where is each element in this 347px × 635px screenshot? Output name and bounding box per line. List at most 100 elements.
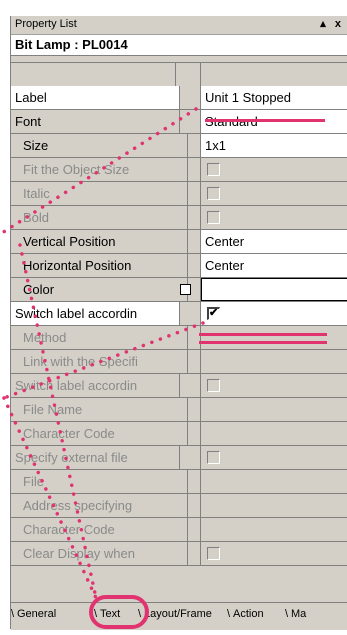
row-file-label: File [11, 470, 188, 493]
clear-display-checkbox [207, 547, 220, 560]
row-vpos-name: Vertical Position [11, 230, 188, 253]
row-label-flag [176, 86, 201, 109]
row-method-name: Method [11, 326, 188, 349]
annotation-line-top [199, 333, 327, 336]
row-bold: Bold [11, 206, 347, 230]
row-italic-flag [176, 182, 201, 205]
row-bold-flag [176, 206, 201, 229]
row-link-name: Link with the Specifi [11, 350, 188, 373]
property-grid: Label Unit 1 Stopped Font Standard Size … [11, 62, 347, 566]
vertical-position-select[interactable]: Center [201, 230, 347, 253]
row-file-name-value [201, 398, 347, 421]
color-swatch[interactable] [180, 284, 191, 295]
row-address-specifying: Address specifying [11, 494, 347, 518]
row-file-name-flag [176, 398, 201, 421]
tab-more[interactable]: Ma [285, 605, 306, 623]
row-clear-flag [176, 542, 201, 565]
row-clear-value [201, 542, 347, 565]
row-switch-label-2-flag [176, 374, 201, 397]
horizontal-position-select[interactable]: Center [201, 254, 347, 277]
row-italic-value [201, 182, 347, 205]
object-title: Bit Lamp : PL0014 [15, 37, 128, 52]
row-file-flag [176, 470, 201, 493]
bold-checkbox [207, 211, 220, 224]
row-link-flag [176, 350, 201, 373]
row-character-code-2: Character Code [11, 518, 347, 542]
row-label-name: Label [11, 86, 180, 109]
row-size-flag [176, 134, 201, 157]
row-switch-label-name: Switch label accordin [11, 302, 180, 325]
row-vertical-position[interactable]: Vertical Position Center [11, 230, 347, 254]
tab-layout-frame[interactable]: Layout/Frame [138, 605, 212, 623]
panel-controls[interactable]: ▴ x [320, 17, 344, 30]
row-charcode-2-value [201, 518, 347, 541]
row-method: Method [11, 326, 347, 350]
row-vpos-flag [176, 230, 201, 253]
row-switch-label-2-value [201, 374, 347, 397]
tab-general[interactable]: General [11, 605, 56, 623]
row-method-value [201, 326, 347, 349]
panel-title: Property List [15, 18, 77, 30]
row-hpos-name: Horizontal Position [11, 254, 188, 277]
row-charcode-value [201, 422, 347, 445]
row-italic: Italic [11, 182, 347, 206]
row-bold-value [201, 206, 347, 229]
row-charcode-name: Character Code [11, 422, 188, 445]
row-color-value[interactable] [201, 278, 347, 301]
row-color[interactable]: Color [11, 278, 347, 302]
annotation-line-bottom [199, 341, 327, 344]
row-link-specific: Link with the Specifi [11, 350, 347, 374]
grid-header [11, 63, 347, 86]
size-select[interactable]: 1x1 [201, 134, 347, 157]
row-file: File [11, 470, 347, 494]
tab-action[interactable]: Action [227, 605, 263, 623]
italic-checkbox [207, 187, 220, 200]
switch-label-2-checkbox [207, 379, 220, 392]
row-font-name: Font [11, 110, 180, 133]
fit-object-size-checkbox [207, 163, 220, 176]
row-charcode-2-name: Character Code [11, 518, 188, 541]
annotation-circle-text-tab [89, 595, 149, 629]
row-file-name-name: File Name [11, 398, 188, 421]
panel-title-bar[interactable]: Property List ▴ x [11, 16, 347, 35]
row-italic-name: Italic [11, 182, 188, 205]
row-color-flag [176, 278, 201, 301]
color-field[interactable] [201, 278, 347, 301]
row-charcode-flag [176, 422, 201, 445]
row-address-flag [176, 494, 201, 517]
row-fit-flag [176, 158, 201, 181]
row-clear-display: Clear Display when [11, 542, 347, 566]
header-col-flag [176, 63, 201, 86]
row-clear-name: Clear Display when [11, 542, 188, 565]
row-address-value [201, 494, 347, 517]
row-charcode-2-flag [176, 518, 201, 541]
check-icon: ✔ [209, 307, 219, 319]
row-fit-value [201, 158, 347, 181]
row-font[interactable]: Font Standard [11, 110, 347, 134]
annotation-underline-label [205, 119, 325, 122]
row-bold-name: Bold [11, 206, 188, 229]
row-external-flag [176, 446, 201, 469]
row-switch-label-2: Switch label accordin [11, 374, 347, 398]
row-horizontal-position[interactable]: Horizontal Position Center [11, 254, 347, 278]
row-size-name: Size [11, 134, 188, 157]
header-col-name [11, 63, 176, 86]
row-file-value [201, 470, 347, 493]
label-text-field[interactable]: Unit 1 Stopped [201, 86, 347, 109]
row-switch-label-2-name: Switch label accordin [11, 374, 180, 397]
tab-bar: General Text Layout/Frame Action Ma [11, 602, 347, 630]
row-hpos-flag [176, 254, 201, 277]
row-external-value [201, 446, 347, 469]
row-character-code: Character Code [11, 422, 347, 446]
row-switch-label[interactable]: Switch label accordin ✔ [11, 302, 347, 326]
switch-label-checkbox[interactable]: ✔ [207, 307, 220, 320]
row-external-name: Specify external file [11, 446, 180, 469]
row-color-name: Color [11, 278, 188, 301]
row-switch-label-value[interactable]: ✔ [201, 302, 347, 325]
row-fit-object-size: Fit the Object Size [11, 158, 347, 182]
row-size[interactable]: Size 1x1 [11, 134, 347, 158]
row-fit-name: Fit the Object Size [11, 158, 188, 181]
row-label[interactable]: Label Unit 1 Stopped [11, 86, 347, 110]
header-col-value [201, 63, 347, 86]
property-list-panel: Property List ▴ x Bit Lamp : PL0014 Labe… [10, 16, 347, 630]
